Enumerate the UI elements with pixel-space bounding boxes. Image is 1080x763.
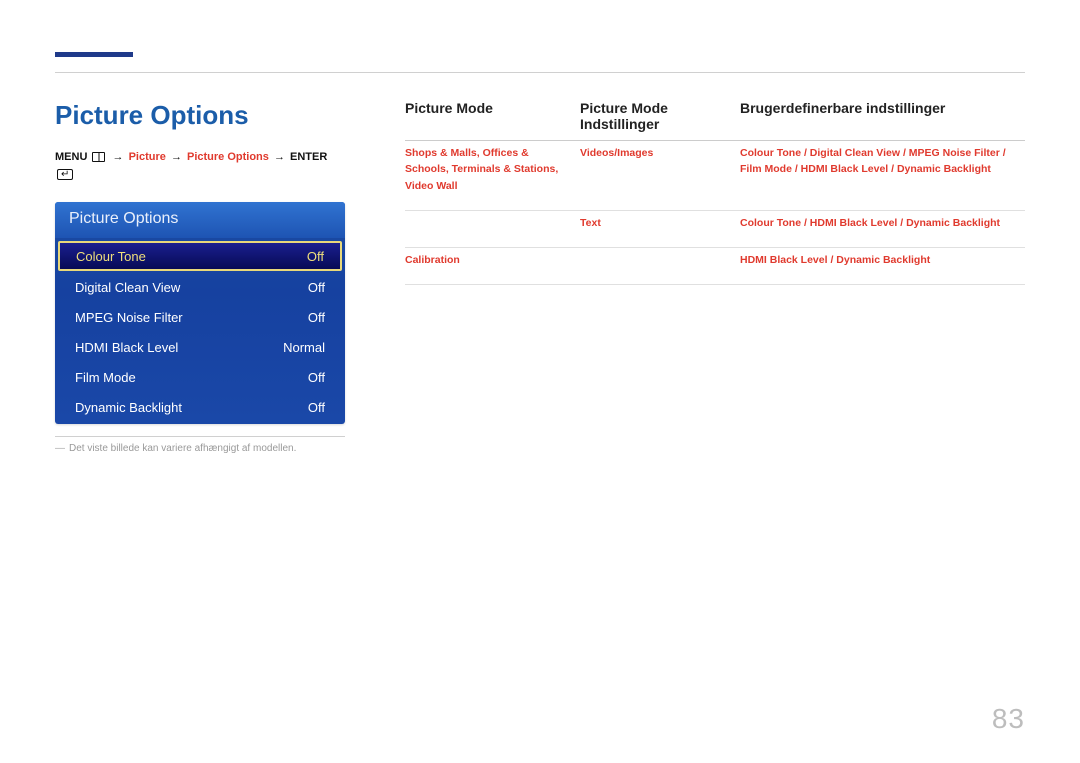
header-accent-bar <box>55 52 133 57</box>
header-rule <box>55 72 1025 73</box>
arrow-icon: → <box>169 151 184 163</box>
table-row: Shops & Malls, Offices & Schools, Termin… <box>405 141 1025 211</box>
osd-item-label: Film Mode <box>75 370 136 385</box>
note-dash-icon: ― <box>55 443 69 454</box>
table-cell: Videos/Images <box>580 141 740 211</box>
arrow-icon: → <box>272 151 287 163</box>
table-cell: Shops & Malls, Offices & Schools, Termin… <box>405 141 580 211</box>
breadcrumb-picture-options: Picture Options <box>187 151 269 163</box>
osd-item-value: Normal <box>283 340 325 355</box>
page-number: 83 <box>992 703 1025 735</box>
table-cell: Text <box>580 210 740 247</box>
enter-icon <box>57 169 73 180</box>
osd-item-value: Off <box>308 370 325 385</box>
breadcrumb-enter: ENTER <box>290 151 327 163</box>
osd-item-label: Colour Tone <box>76 249 146 264</box>
osd-item[interactable]: Film Mode Off <box>57 362 343 392</box>
osd-header: Picture Options <box>55 202 345 238</box>
osd-panel: Picture Options Colour ToneOffDigital Cl… <box>55 202 345 424</box>
table-header-col3: Brugerdefinerbare indstillinger <box>740 100 1025 141</box>
arrow-icon: → <box>111 151 126 163</box>
table-header-col1: Picture Mode <box>405 100 580 141</box>
osd-item-value: Off <box>308 400 325 415</box>
osd-item-label: Digital Clean View <box>75 280 180 295</box>
table-cell: Calibration <box>405 248 580 285</box>
table-cell: Colour Tone / Digital Clean View / MPEG … <box>740 141 1025 211</box>
breadcrumb-menu: MENU <box>55 151 87 163</box>
footnote-text: Det viste billede kan variere afhængigt … <box>69 443 296 454</box>
osd-list: Colour ToneOffDigital Clean ViewOffMPEG … <box>55 238 345 424</box>
table-header-col2: Picture Mode Indstillinger <box>580 100 740 141</box>
osd-item-value: Off <box>307 249 324 264</box>
table-cell: HDMI Black Level / Dynamic Backlight <box>740 248 1025 285</box>
osd-item[interactable]: Dynamic Backlight Off <box>57 392 343 422</box>
osd-item-label: Dynamic Backlight <box>75 400 182 415</box>
page-title: Picture Options <box>55 100 345 131</box>
table-cell <box>405 210 580 247</box>
osd-item-label: HDMI Black Level <box>75 340 178 355</box>
osd-item[interactable]: MPEG Noise Filter Off <box>57 302 343 332</box>
osd-item[interactable]: Digital Clean View Off <box>57 272 343 302</box>
note-rule <box>55 436 345 437</box>
osd-item-value: Off <box>308 280 325 295</box>
table-cell <box>580 248 740 285</box>
osd-item-value: Off <box>308 310 325 325</box>
settings-table: Picture Mode Picture Mode Indstillinger … <box>405 100 1025 285</box>
table-row: TextColour Tone / HDMI Black Level / Dyn… <box>405 210 1025 247</box>
table-row: Calibration HDMI Black Level / Dynamic Ba… <box>405 248 1025 285</box>
footnote: ―Det viste billede kan variere afhængigt… <box>55 443 345 454</box>
osd-item[interactable]: Colour Tone Off <box>58 241 342 271</box>
table-cell: Colour Tone / HDMI Black Level / Dynamic… <box>740 210 1025 247</box>
breadcrumb-picture: Picture <box>129 151 166 163</box>
menu-icon <box>92 152 105 162</box>
breadcrumb: MENU → Picture → Picture Options → ENTER <box>55 149 345 184</box>
osd-item-label: MPEG Noise Filter <box>75 310 183 325</box>
osd-item[interactable]: HDMI Black Level Normal <box>57 332 343 362</box>
